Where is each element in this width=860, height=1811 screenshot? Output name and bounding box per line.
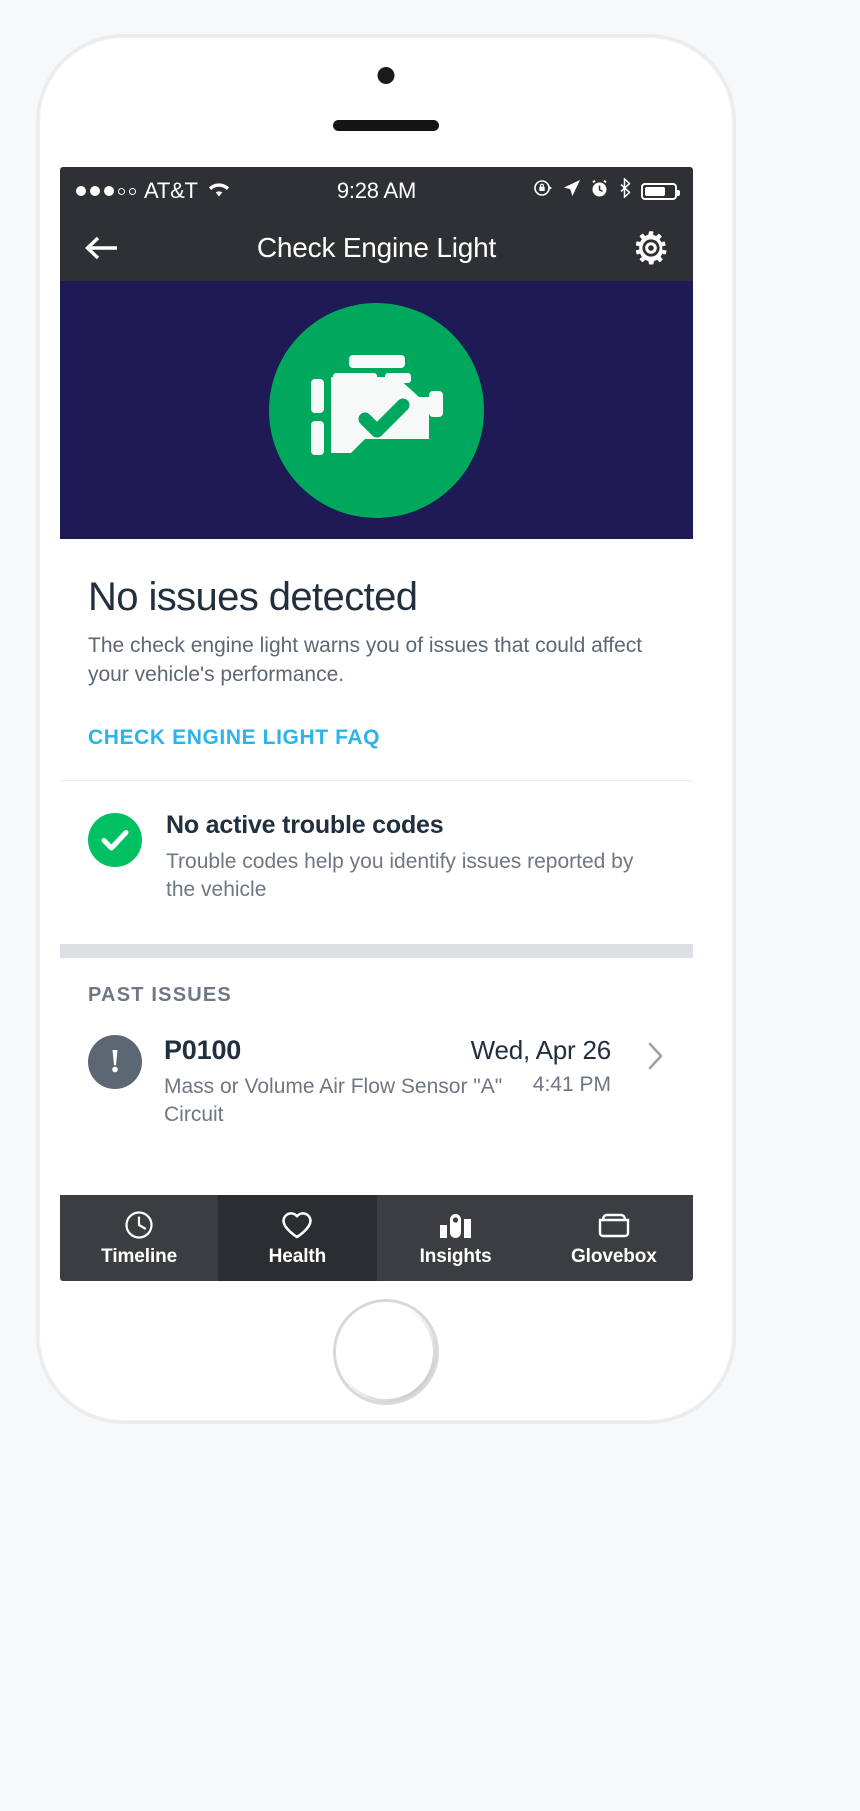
past-issue-details: P0100 Wed, Apr 26 Mass or Volume Air Flo… (164, 1035, 611, 1129)
check-engine-check-icon (269, 302, 484, 518)
glovebox-icon (597, 1209, 631, 1241)
back-button[interactable] (82, 228, 122, 268)
tab-label: Glovebox (570, 1245, 657, 1267)
summary-card: No issues detected The check engine ligh… (60, 539, 693, 945)
exclamation-circle-icon: ! (88, 1035, 142, 1090)
earpiece-speaker (333, 120, 439, 131)
past-issue-code: P0100 (164, 1035, 242, 1066)
phone-screen: AT&T 9:28 AM Check Engine Light No issue… (60, 167, 693, 1281)
trouble-codes-subtitle: Trouble codes help you identify issues r… (166, 849, 634, 901)
trouble-codes-text: No active trouble codes Trouble codes he… (166, 811, 656, 905)
trouble-codes-title: No active trouble codes (166, 810, 444, 839)
phone-frame: AT&T 9:28 AM Check Engine Light No issue… (36, 34, 736, 1424)
past-issue-description: Mass or Volume Air Flow Sensor "A" Circu… (164, 1075, 503, 1127)
bluetooth-icon (618, 177, 632, 204)
tab-timeline[interactable]: Timeline (60, 1195, 218, 1281)
page-title: Check Engine Light (256, 232, 497, 263)
status-bar: AT&T 9:28 AM (60, 167, 693, 215)
tab-label: Health (268, 1245, 327, 1267)
past-issues-card: PAST ISSUES ! P0100 Wed, Apr 26 Mass or … (60, 958, 693, 1130)
heart-icon (281, 1209, 313, 1241)
tab-insights[interactable]: Insights (377, 1195, 535, 1281)
rotation-lock-icon (533, 178, 553, 204)
bottom-tab-bar: Timeline Health Insights Glovebox (60, 1195, 693, 1281)
chevron-right-icon[interactable] (647, 1041, 665, 1076)
bar-chart-icon (439, 1209, 473, 1241)
alarm-clock-icon (590, 179, 609, 204)
nav-bar: Check Engine Light (60, 215, 693, 281)
clock-icon (124, 1209, 154, 1241)
past-issue-time: 4:41 PM (532, 1073, 611, 1097)
status-bar-right (533, 177, 680, 204)
faq-link[interactable]: CHECK ENGINE LIGHT FAQ (88, 726, 380, 750)
past-issue-header: P0100 Wed, Apr 26 (164, 1035, 611, 1066)
tab-label: Timeline (101, 1245, 178, 1267)
front-camera (377, 67, 395, 84)
summary-title: No issues detected (88, 575, 418, 619)
summary-body: The check engine light warns you of issu… (88, 634, 643, 686)
location-arrow-icon (562, 179, 581, 204)
past-issues-section-label: PAST ISSUES (88, 984, 232, 1007)
check-circle-icon (88, 812, 142, 867)
tab-label: Insights (419, 1245, 492, 1267)
trouble-codes-row[interactable]: No active trouble codes Trouble codes he… (60, 781, 693, 945)
gear-icon[interactable] (631, 228, 671, 268)
tab-health[interactable]: Health (218, 1195, 377, 1281)
tab-glovebox[interactable]: Glovebox (535, 1195, 693, 1281)
section-separator (60, 944, 693, 959)
battery-icon (641, 182, 680, 200)
main-content: No issues detected The check engine ligh… (60, 539, 693, 1130)
list-item[interactable]: ! P0100 Wed, Apr 26 Mass or Volume Air F… (88, 1007, 665, 1129)
past-issue-date: Wed, Apr 26 (470, 1035, 612, 1066)
home-button[interactable] (333, 1299, 439, 1405)
hero-status-banner (60, 281, 693, 539)
